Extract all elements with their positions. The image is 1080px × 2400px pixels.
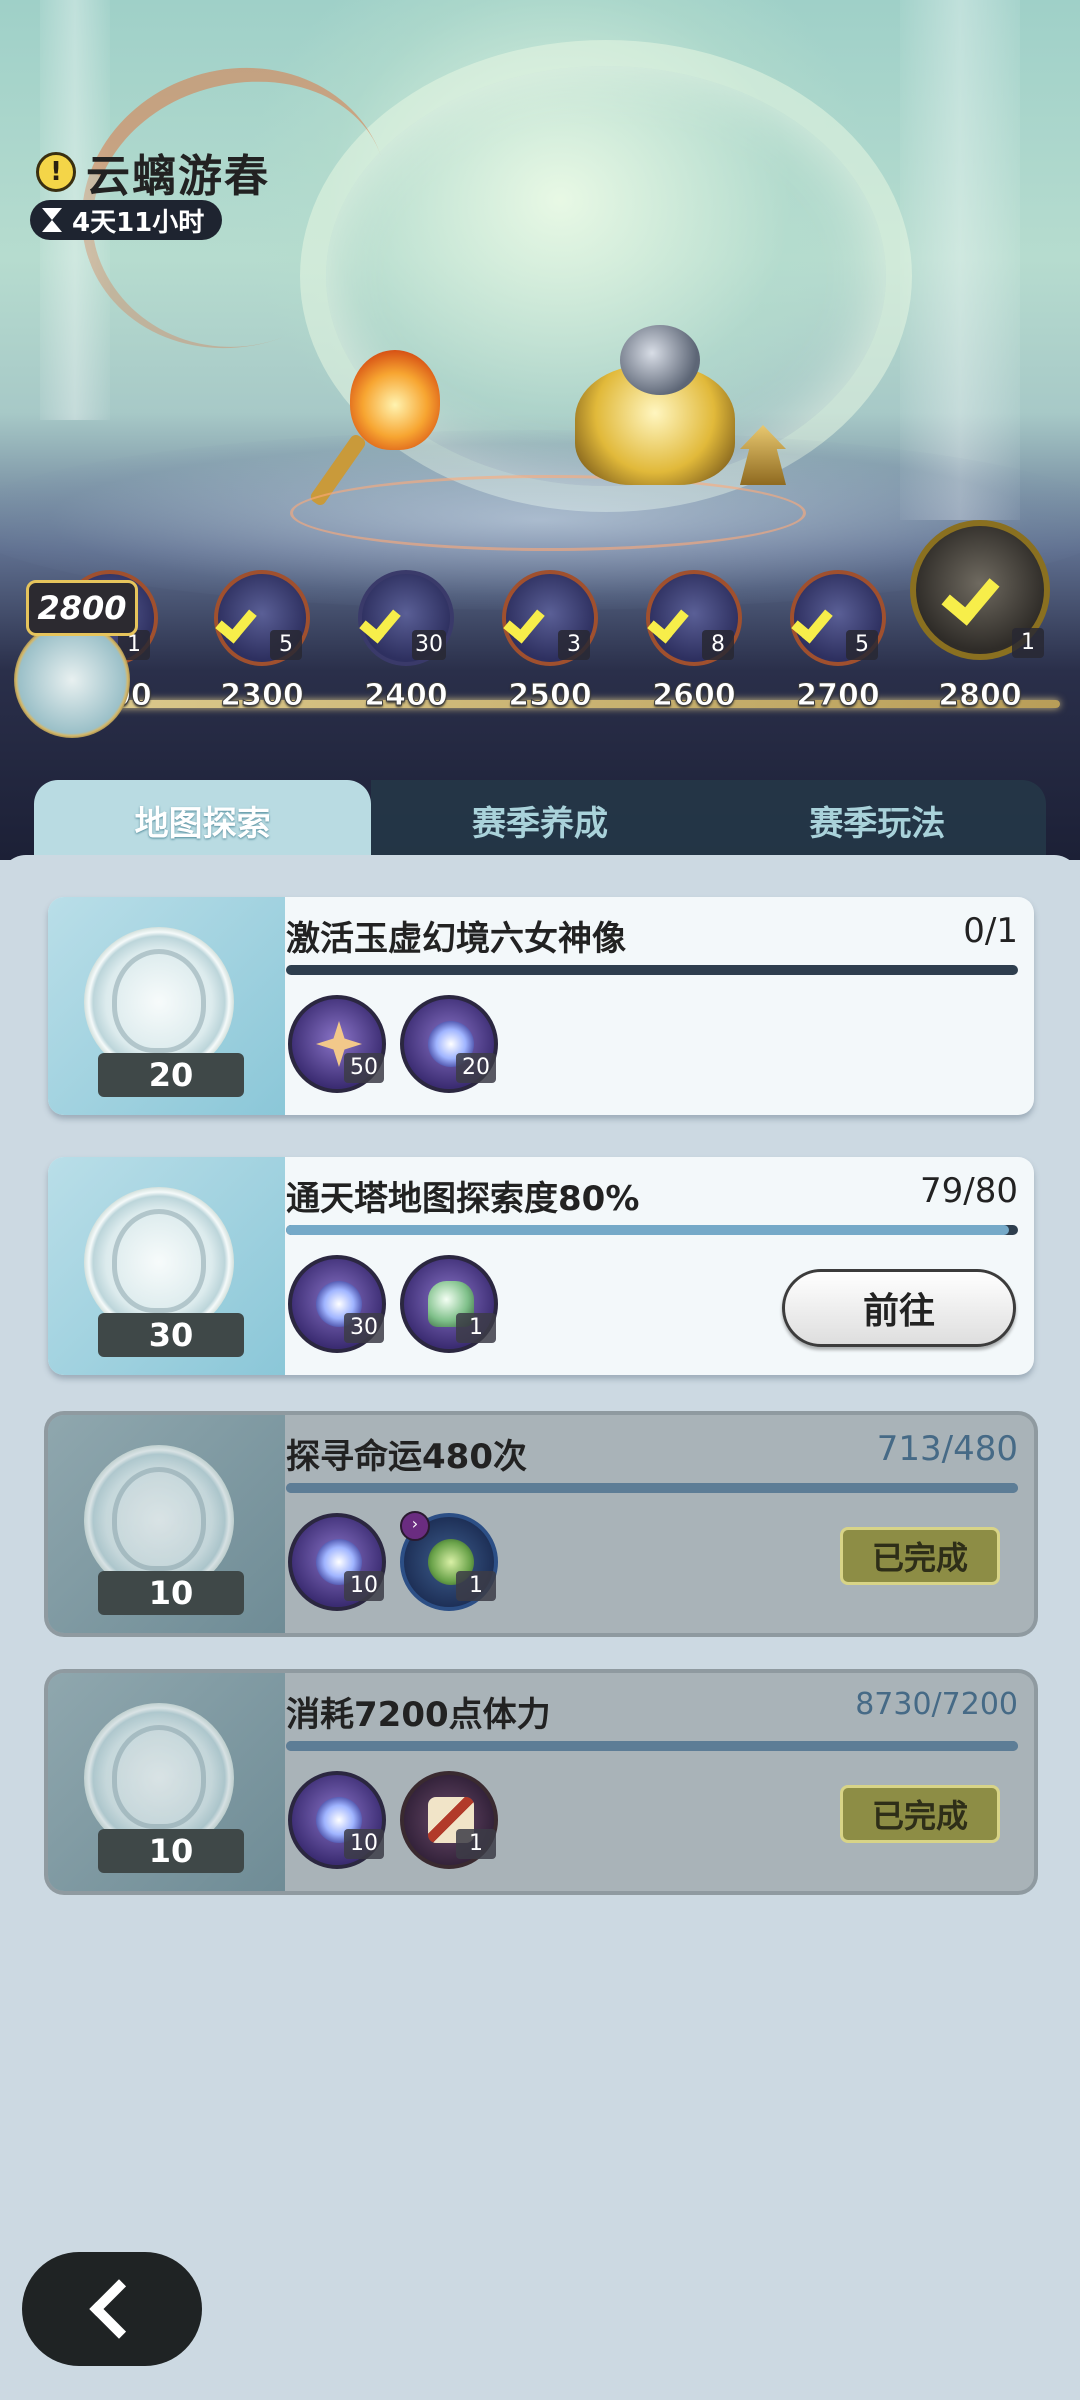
task-card: 10 消耗7200点体力 8730/7200 10 1 已完成 <box>48 1673 1034 1891</box>
task-progress-fill <box>286 1483 1018 1493</box>
task-card: 20 激活玉虚幻境六女神像 0/1 50 20 <box>48 897 1034 1115</box>
reward-item[interactable]: 10 <box>288 1771 386 1869</box>
task-progress-text: 713/480 <box>876 1429 1018 1469</box>
milestone-qty: 1 <box>1012 628 1044 658</box>
milestone-2700[interactable]: 5 2700 <box>768 570 888 720</box>
task-points-area: 30 <box>48 1157 285 1375</box>
task-card: 10 探寻命运480次 713/480 10 › 1 已完成 <box>48 1415 1034 1633</box>
event-title: ! 云螭游春 <box>36 140 270 204</box>
reward-item[interactable]: 30 <box>288 1255 386 1353</box>
milestone-qty: 3 <box>558 630 590 660</box>
check-icon <box>502 584 554 636</box>
rarity-badge-icon: › <box>400 1511 430 1541</box>
task-progress-fill <box>286 1741 1018 1751</box>
task-points-area: 10 <box>48 1415 285 1633</box>
milestone-2800[interactable]: 1 2800 <box>910 520 1050 720</box>
milestone-points: 2300 <box>220 678 305 714</box>
current-points-badge: 2800 <box>26 580 138 636</box>
milestone-points: 2700 <box>796 678 881 714</box>
tab-bar: 地图探索 赛季养成 赛季玩法 <box>34 780 1046 860</box>
check-icon <box>646 584 698 636</box>
reward-qty: 10 <box>344 1829 384 1859</box>
milestone-qty: 8 <box>702 630 734 660</box>
check-icon <box>358 584 410 636</box>
milestone-points: 2600 <box>652 678 737 714</box>
milestone-points: 2500 <box>508 678 593 714</box>
tab-season-develop[interactable]: 赛季养成 <box>371 780 709 860</box>
timer-text: 4天11小时 <box>72 207 205 238</box>
reward-qty: 1 <box>456 1571 496 1601</box>
task-progress-text: 8730/7200 <box>855 1687 1018 1722</box>
task-progress-bar <box>286 1483 1018 1493</box>
reward-qty: 10 <box>344 1571 384 1601</box>
completed-badge: 已完成 <box>840 1527 1000 1585</box>
featured-armor-reward[interactable] <box>565 325 745 505</box>
task-progress-text: 0/1 <box>963 911 1018 951</box>
reward-item[interactable]: 1 <box>400 1255 498 1353</box>
check-icon <box>790 584 842 636</box>
milestone-2300[interactable]: 5 2300 <box>192 570 312 720</box>
reward-qty: 1 <box>456 1829 496 1859</box>
task-title: 探寻命运480次 <box>286 1437 527 1477</box>
task-points-area: 20 <box>48 897 285 1115</box>
milestone-2400[interactable]: 30 2400 <box>336 570 456 720</box>
task-points: 20 <box>98 1053 244 1097</box>
featured-torch-reward[interactable] <box>308 350 440 508</box>
check-icon <box>214 584 266 636</box>
reward-qty: 30 <box>344 1313 384 1343</box>
reward-item[interactable]: 20 <box>400 995 498 1093</box>
completed-badge: 已完成 <box>840 1785 1000 1843</box>
task-progress-bar <box>286 1741 1018 1751</box>
milestone-qty: 5 <box>846 630 878 660</box>
milestone-track: 1 2200 5 2300 30 2400 3 2500 8 2600 <box>0 520 1080 770</box>
tab-season-gameplay[interactable]: 赛季玩法 <box>708 780 1046 860</box>
reward-item[interactable]: 10 <box>288 1513 386 1611</box>
task-points-area: 10 <box>48 1673 285 1891</box>
task-points: 10 <box>98 1829 244 1873</box>
task-card: 30 通天塔地图探索度80% 79/80 30 1 前往 <box>48 1157 1034 1375</box>
milestone-points: 2800 <box>938 678 1023 714</box>
task-title: 激活玉虚幻境六女神像 <box>286 919 626 959</box>
event-title-text: 云螭游春 <box>86 151 270 202</box>
info-icon[interactable]: ! <box>36 152 76 192</box>
reward-item[interactable]: 50 <box>288 995 386 1093</box>
back-button[interactable] <box>22 2252 202 2366</box>
event-banner: ! 云螭游春 4天11小时 1 2200 5 2300 <box>0 0 1080 860</box>
task-points: 30 <box>98 1313 244 1357</box>
chevron-left-icon <box>89 2279 149 2339</box>
milestone-qty: 5 <box>270 630 302 660</box>
background-pillar <box>900 0 1020 520</box>
task-progress-fill <box>286 1225 1009 1235</box>
task-title: 消耗7200点体力 <box>286 1695 551 1735</box>
tab-map-explore[interactable]: 地图探索 <box>34 780 372 860</box>
reward-qty: 1 <box>456 1313 496 1343</box>
hourglass-icon <box>42 208 62 232</box>
go-button[interactable]: 前往 <box>782 1269 1016 1347</box>
reward-qty: 50 <box>344 1053 384 1083</box>
event-timer: 4天11小时 <box>30 200 223 240</box>
reward-item[interactable]: › 1 <box>400 1511 498 1611</box>
milestone-2500[interactable]: 3 2500 <box>480 570 600 720</box>
check-icon <box>940 550 1010 620</box>
milestone-2600[interactable]: 8 2600 <box>624 570 744 720</box>
task-progress-bar <box>286 965 1018 975</box>
milestone-qty: 30 <box>412 630 446 660</box>
task-points: 10 <box>98 1571 244 1615</box>
task-progress-text: 79/80 <box>920 1171 1018 1211</box>
task-progress-bar <box>286 1225 1018 1235</box>
milestone-points: 2400 <box>364 678 449 714</box>
task-panel: 20 激活玉虚幻境六女神像 0/1 50 20 30 通天塔地图探索度80% 7… <box>0 855 1080 2400</box>
task-title: 通天塔地图探索度80% <box>286 1179 640 1219</box>
season-medal-icon <box>14 622 130 738</box>
reward-item[interactable]: 1 <box>400 1771 498 1869</box>
reward-qty: 20 <box>456 1053 496 1083</box>
